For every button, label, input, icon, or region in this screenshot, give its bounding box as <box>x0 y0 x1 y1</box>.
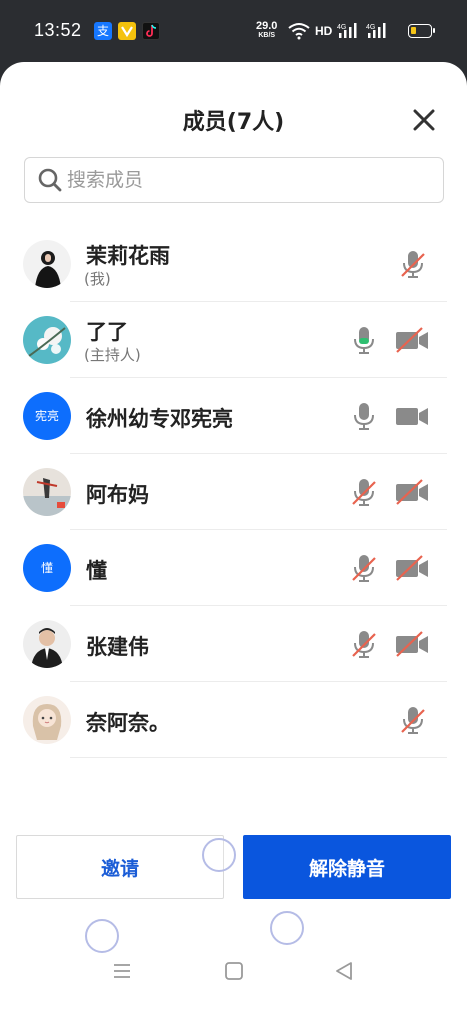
menu-button[interactable] <box>107 956 137 986</box>
mic-muted-icon[interactable] <box>397 248 429 280</box>
home-icon <box>225 962 243 980</box>
member-row[interactable]: 宪亮 徐州幼专邓宪亮 <box>0 378 467 454</box>
mic-muted-icon[interactable] <box>348 552 380 584</box>
search-icon <box>38 168 62 192</box>
camera-off-icon[interactable] <box>394 324 430 356</box>
tiktok-icon <box>142 22 160 40</box>
search-box[interactable] <box>24 157 444 203</box>
status-bar: 13:52 支 29.0 KB/S HD 4G 4G <box>0 0 467 62</box>
signal-icon-2: 4G <box>366 23 386 38</box>
youth-mode-icon <box>118 22 136 40</box>
mic-active-icon[interactable] <box>348 324 380 356</box>
camera-icon[interactable] <box>394 400 430 432</box>
close-button[interactable] <box>408 104 440 136</box>
close-icon <box>413 109 435 131</box>
touch-indicator <box>85 919 119 953</box>
member-row[interactable]: 茉莉花雨 (我) <box>0 226 467 302</box>
svg-text:4G: 4G <box>366 24 375 31</box>
member-role: (我) <box>84 270 111 288</box>
system-nav-bar <box>0 950 467 1013</box>
alipay-icon: 支 <box>94 22 112 40</box>
member-list: 茉莉花雨 (我) 了了 (主持人) 宪亮 徐州幼专邓宪亮 阿布妈 懂 懂 张建伟… <box>0 226 467 758</box>
member-row[interactable]: 了了 (主持人) <box>0 302 467 378</box>
member-row[interactable]: 张建伟 <box>0 606 467 682</box>
panel-title: 成员(7人) <box>182 110 285 135</box>
member-name: 阿布妈 <box>86 483 149 507</box>
unmute-all-button[interactable]: 解除静音 <box>243 835 451 899</box>
mic-icon[interactable] <box>348 400 380 432</box>
avatar: 宪亮 <box>23 392 71 440</box>
mic-muted-icon[interactable] <box>348 476 380 508</box>
touch-indicator <box>202 838 236 872</box>
member-row[interactable]: 奈阿奈。 <box>0 682 467 758</box>
wifi-icon <box>288 23 310 40</box>
menu-icon <box>114 964 130 978</box>
member-name: 徐州幼专邓宪亮 <box>86 407 233 431</box>
hd-indicator: HD <box>315 24 333 38</box>
member-row[interactable]: 阿布妈 <box>0 454 467 530</box>
members-sheet: 成员(7人) 茉莉花雨 (我) <box>0 62 467 1013</box>
member-name: 张建伟 <box>86 635 149 659</box>
network-speed: 29.0 KB/S <box>256 20 278 40</box>
mic-muted-icon[interactable] <box>348 628 380 660</box>
camera-off-icon[interactable] <box>394 628 430 660</box>
avatar <box>23 468 71 516</box>
member-name: 懂 <box>86 559 107 583</box>
row-divider <box>70 757 447 758</box>
mic-muted-icon[interactable] <box>397 704 429 736</box>
touch-indicator <box>270 911 304 945</box>
status-icons: HD 4G 4G <box>288 22 390 40</box>
avatar <box>23 240 71 288</box>
home-button[interactable] <box>219 956 249 986</box>
camera-off-icon[interactable] <box>394 476 430 508</box>
signal-icon: 4G <box>337 23 357 38</box>
avatar: 懂 <box>23 544 71 592</box>
member-name: 奈阿奈。 <box>86 711 170 735</box>
member-row[interactable]: 懂 懂 <box>0 530 467 606</box>
invite-button[interactable]: 邀请 <box>16 835 224 899</box>
back-icon <box>336 962 352 980</box>
back-button[interactable] <box>329 956 359 986</box>
member-name: 了了 <box>86 320 128 344</box>
battery-icon <box>408 24 435 38</box>
status-time: 13:52 <box>34 20 82 40</box>
avatar <box>23 696 71 744</box>
member-name: 茉莉花雨 <box>86 244 170 268</box>
search-input[interactable] <box>67 169 427 191</box>
svg-text:4G: 4G <box>337 24 346 31</box>
avatar <box>23 316 71 364</box>
avatar <box>23 620 71 668</box>
member-role: (主持人) <box>84 346 141 364</box>
camera-off-icon[interactable] <box>394 552 430 584</box>
